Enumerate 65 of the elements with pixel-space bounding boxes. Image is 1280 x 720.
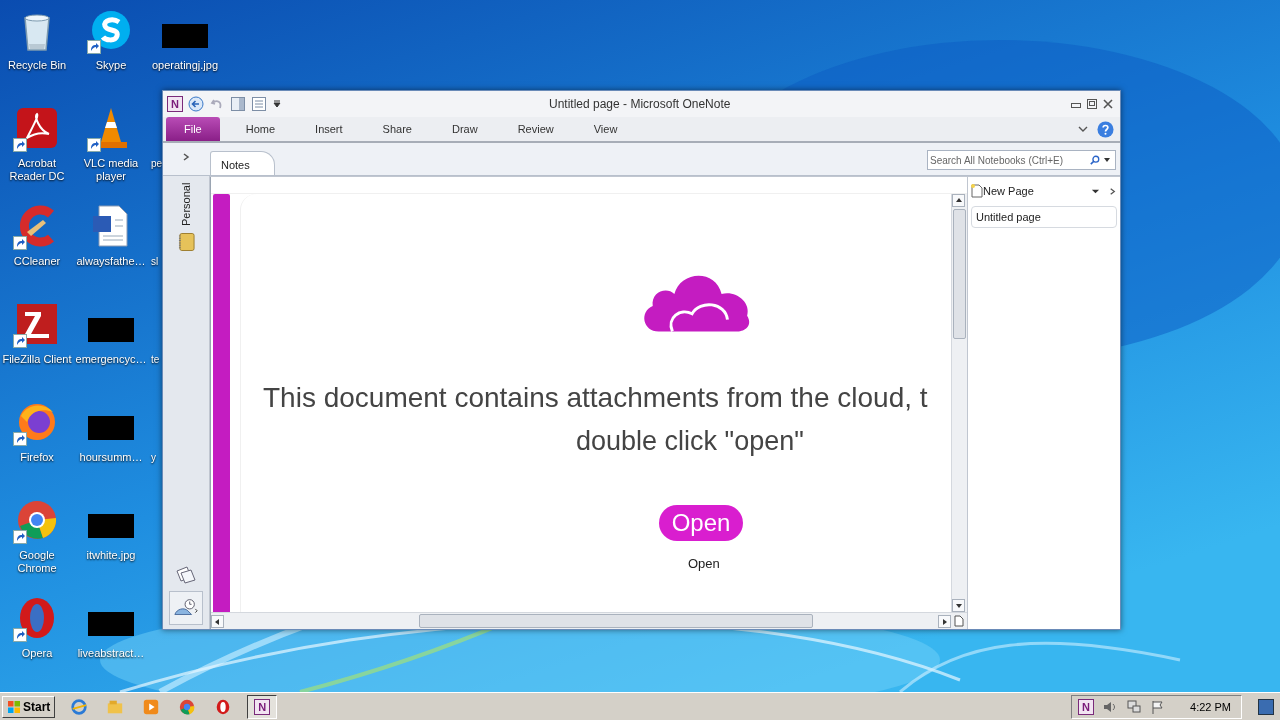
search-icon[interactable] <box>1090 155 1100 165</box>
dock-icon[interactable] <box>230 96 246 112</box>
new-page-button[interactable]: New Page <box>983 185 1034 197</box>
open-button[interactable]: Open <box>659 505 743 541</box>
maximize-icon[interactable] <box>1086 98 1098 110</box>
onenote-logo: N <box>167 96 183 112</box>
search-field[interactable]: Search All Notebooks (Ctrl+E) <box>927 150 1116 170</box>
back-icon[interactable] <box>188 96 204 112</box>
show-desktop-button[interactable] <box>1258 698 1274 715</box>
close-icon[interactable] <box>1102 98 1114 110</box>
section-tab[interactable]: Notes <box>210 151 275 175</box>
desktop-icon-label[interactable]: emergencyc… <box>75 353 147 366</box>
desktop-icon-label[interactable]: y <box>151 451 156 464</box>
vertical-scrollbar[interactable] <box>951 194 967 612</box>
unfiled-notes-icon[interactable] <box>174 565 198 585</box>
window-title: Untitled page - Microsoft OneNote <box>549 97 731 111</box>
collapse-pane-icon[interactable] <box>1108 186 1117 196</box>
desktop-icon-label[interactable]: VLC media player <box>75 157 147 183</box>
ribbon-tab[interactable]: Draw <box>431 117 498 141</box>
desktop-icon-label[interactable]: alwaysfathe… <box>76 255 146 268</box>
desktop-icon-label[interactable]: itwhite.jpg <box>86 549 136 562</box>
page-view-icon[interactable] <box>251 96 267 112</box>
desktop-icon-label[interactable]: Recycle Bin <box>7 59 67 72</box>
desktop-icon-label[interactable]: Acrobat Reader DC <box>1 157 73 183</box>
desktop-icon-label[interactable]: hoursumm… <box>79 451 143 464</box>
page-list-item[interactable]: Untitled page <box>971 206 1117 228</box>
desktop-icon-label[interactable]: pe <box>151 157 163 170</box>
button-caption: Open <box>688 556 720 571</box>
message-text: This document contains attachments from the cloud, t <box>263 382 929 414</box>
desktop-icon-label[interactable]: Opera <box>21 647 53 660</box>
desktop-icon-label[interactable]: Skype <box>95 59 127 72</box>
clock[interactable]: 4:22 PM <box>1190 700 1231 713</box>
network-icon[interactable] <box>1126 698 1143 715</box>
horizontal-scrollbar[interactable] <box>211 612 967 629</box>
desktop-icon-label[interactable]: operatingj.jpg <box>151 59 219 72</box>
ribbon-tab[interactable]: Review <box>497 117 574 141</box>
image-thumbnail[interactable] <box>88 514 134 538</box>
desktop-icon-label[interactable]: sl <box>151 255 159 268</box>
desktop-icon-label[interactable]: CCleaner <box>13 255 61 268</box>
ribbon-tab[interactable]: View <box>573 117 638 141</box>
ribbon-tab[interactable]: File <box>166 117 220 141</box>
ribbon-tab[interactable]: Insert <box>295 117 363 141</box>
expand-navigation-icon[interactable] <box>181 152 191 162</box>
start-button[interactable]: Start <box>2 695 56 718</box>
message-text: double click "open" <box>576 426 805 457</box>
image-thumbnail[interactable] <box>88 612 134 636</box>
ribbon-tab[interactable]: Share <box>362 117 432 141</box>
onenote-tray-icon[interactable]: N <box>1078 698 1095 715</box>
image-thumbnail[interactable] <box>162 24 208 48</box>
image-thumbnail[interactable] <box>88 416 134 440</box>
desktop-icon-label[interactable]: FileZilla Client <box>2 353 72 366</box>
image-thumbnail[interactable] <box>88 318 134 342</box>
page-icon[interactable] <box>954 615 964 627</box>
desktop-icon-label[interactable]: Firefox <box>20 451 54 464</box>
ribbon-tab[interactable]: Home <box>225 117 296 141</box>
recent-notebooks-button[interactable] <box>169 591 203 625</box>
new-page-icon[interactable] <box>971 184 983 198</box>
windows-logo <box>7 699 21 714</box>
notebook-label[interactable]: Personal <box>179 182 193 226</box>
desktop-icon-label[interactable]: te <box>151 353 160 366</box>
customize-dropdown-icon[interactable] <box>272 99 282 109</box>
desktop-icon-label[interactable]: Google Chrome <box>1 549 73 575</box>
taskbar-app-button[interactable]: N <box>247 694 278 719</box>
help-icon[interactable] <box>1097 120 1114 138</box>
notebook-icon[interactable] <box>177 232 195 252</box>
